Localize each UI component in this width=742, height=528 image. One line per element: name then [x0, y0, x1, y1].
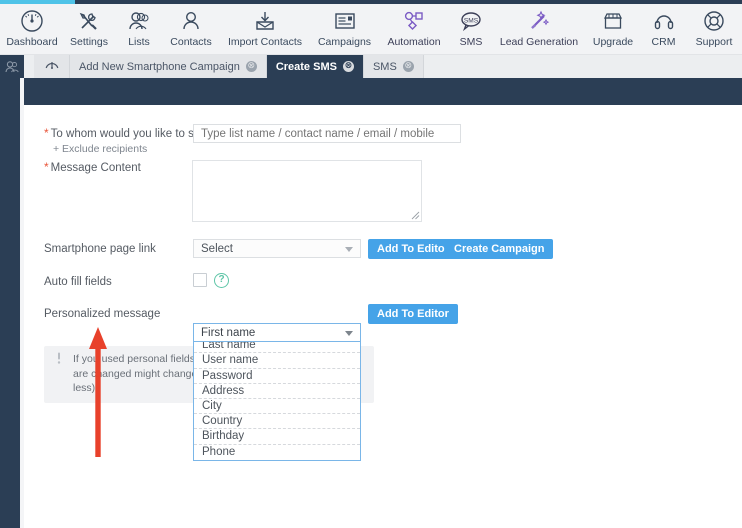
- personalized-message-select[interactable]: First name: [193, 323, 361, 342]
- svg-text:SMS: SMS: [464, 17, 479, 24]
- close-icon[interactable]: ⊗: [245, 61, 257, 72]
- select-value: First name: [201, 326, 256, 339]
- toolbar-label: SMS: [459, 36, 483, 48]
- toolbar-item-import-contacts[interactable]: Import Contacts: [220, 4, 310, 49]
- toolbar-item-settings[interactable]: Settings: [62, 4, 116, 49]
- tab-label: Create SMS: [275, 60, 337, 73]
- dropdown-option[interactable]: Password: [194, 369, 360, 384]
- toolbar-label: Campaigns: [317, 36, 372, 48]
- toolbar-item-upgrade[interactable]: Upgrade: [585, 4, 641, 49]
- main-toolbar: Dashboard Settings Lists Contacts Import…: [0, 4, 742, 55]
- help-icon[interactable]: ?: [214, 273, 229, 288]
- tab-home[interactable]: [34, 55, 70, 78]
- lifebuoy-icon: [701, 7, 727, 34]
- tab-create-sms[interactable]: Create SMS ⊗: [266, 55, 364, 78]
- tab-label: Add New Smartphone Campaign: [79, 60, 240, 73]
- dropdown-option[interactable]: City: [194, 399, 360, 415]
- dropdown-option[interactable]: Birthday: [194, 429, 360, 445]
- toolbar-item-lists[interactable]: Lists: [116, 4, 162, 49]
- smartphone-page-link-label: Smartphone page link: [44, 243, 156, 255]
- tab-sms[interactable]: SMS ⊗: [363, 55, 424, 78]
- auto-fill-fields-label: Auto fill fields: [44, 276, 112, 288]
- toolbar-item-contacts[interactable]: Contacts: [162, 4, 220, 49]
- sms-bubble-icon: SMS: [458, 7, 484, 34]
- contacts-group-icon[interactable]: [0, 55, 24, 78]
- toolbar-item-support[interactable]: Support: [686, 4, 742, 49]
- exclude-recipients-link[interactable]: + Exclude recipients: [53, 143, 219, 155]
- auto-fill-fields-checkbox[interactable]: [193, 273, 207, 287]
- personalized-message-dropdown: First name Last name User name Password …: [193, 323, 361, 461]
- storefront-icon: [600, 7, 626, 34]
- personalized-add-to-editor-button[interactable]: Add To Editor: [368, 304, 458, 324]
- close-icon[interactable]: ⊗: [402, 61, 414, 72]
- toolbar-item-crm[interactable]: CRM: [641, 4, 686, 49]
- create-campaign-button[interactable]: Create Campaign: [445, 239, 554, 259]
- required-marker: *: [44, 126, 49, 140]
- tab-label: SMS: [372, 60, 397, 73]
- toolbar-label: Dashboard: [6, 36, 58, 48]
- toolbar-item-lead-generation[interactable]: Lead Generation: [493, 4, 585, 49]
- left-sidebar: [0, 78, 20, 528]
- toolbar-label: Automation: [387, 36, 441, 48]
- toolbar-label: Contacts: [170, 36, 212, 48]
- message-content-label: * Message Content: [44, 160, 141, 174]
- close-icon[interactable]: ⊗: [342, 61, 354, 72]
- toolbar-label: Lead Generation: [499, 36, 579, 48]
- tab-bar: Add New Smartphone Campaign ⊗ Create SMS…: [0, 55, 742, 78]
- message-content-textarea[interactable]: [192, 160, 422, 222]
- tools-icon: [76, 7, 102, 34]
- people-group-icon: [126, 7, 152, 34]
- magic-wand-icon: [526, 7, 552, 34]
- toolbar-label: Lists: [128, 36, 150, 48]
- toolbar-label: Import Contacts: [227, 36, 303, 48]
- newsletter-icon: [332, 7, 358, 34]
- tab-add-new-smartphone-campaign[interactable]: Add New Smartphone Campaign ⊗: [70, 55, 267, 78]
- gauge-icon: [44, 57, 60, 76]
- inbox-download-icon: [252, 7, 278, 34]
- chevron-down-icon: [345, 330, 353, 336]
- app-window: Dashboard Settings Lists Contacts Import…: [0, 0, 742, 528]
- chevron-down-icon: [345, 246, 353, 252]
- toolbar-label: Settings: [70, 36, 108, 48]
- personalized-message-label: Personalized message: [44, 308, 161, 320]
- toolbar-label: Support: [695, 36, 733, 48]
- select-value: Select: [201, 242, 233, 255]
- page-header-band: [24, 78, 742, 105]
- required-marker: *: [44, 160, 49, 174]
- dropdown-option[interactable]: User name: [194, 353, 360, 369]
- toolbar-label: Upgrade: [592, 36, 634, 48]
- toolbar-item-campaigns[interactable]: Campaigns: [310, 4, 379, 49]
- person-icon: [178, 7, 204, 34]
- dropdown-option[interactable]: Address: [194, 384, 360, 399]
- toolbar-item-dashboard[interactable]: Dashboard: [2, 4, 62, 49]
- gauge-icon: [19, 7, 45, 34]
- dropdown-option[interactable]: Country: [194, 414, 360, 430]
- headset-icon: [651, 7, 677, 34]
- toolbar-label: CRM: [651, 36, 676, 48]
- smartphone-page-link-select[interactable]: Select: [193, 239, 361, 258]
- toolbar-item-automation[interactable]: Automation: [379, 4, 449, 49]
- workflow-nodes-icon: [401, 7, 427, 34]
- recipients-input[interactable]: [193, 124, 461, 143]
- message-content-wrapper: [192, 160, 422, 222]
- info-icon: [54, 352, 64, 396]
- toolbar-item-sms[interactable]: SMS SMS: [449, 4, 493, 49]
- dropdown-option[interactable]: Phone: [194, 445, 360, 460]
